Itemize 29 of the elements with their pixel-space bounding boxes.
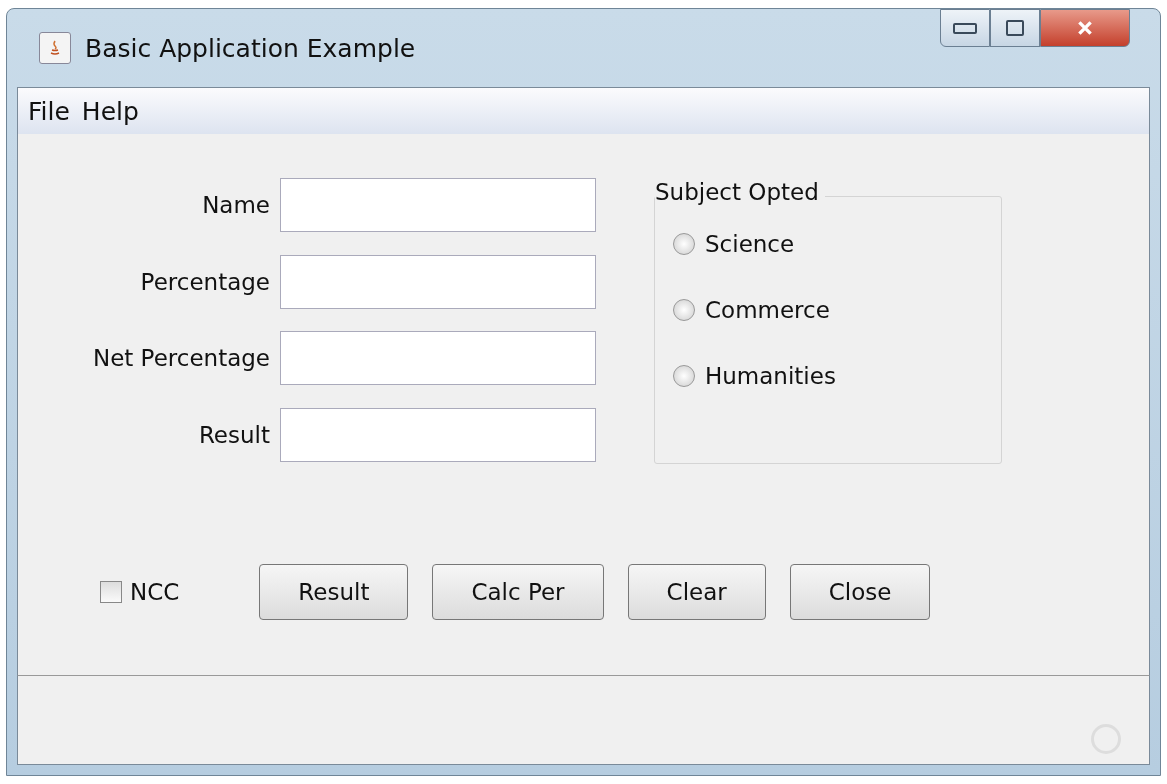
minimize-button[interactable] (940, 9, 990, 47)
field-label: Percentage (139, 268, 270, 295)
field-label: Name (201, 192, 270, 219)
input-field[interactable] (280, 331, 596, 386)
app-icon (39, 32, 71, 64)
input-field[interactable] (280, 178, 596, 233)
radio-button[interactable] (673, 365, 695, 387)
close-button[interactable] (1040, 9, 1130, 47)
action-button[interactable]: Close (789, 564, 931, 620)
input-field[interactable] (280, 407, 596, 462)
radio-label: Humanities (705, 363, 836, 389)
checkbox-label: NCC (130, 579, 180, 605)
action-button[interactable]: Clear (627, 564, 766, 620)
field-label: Net Percentage (91, 345, 270, 372)
radio-label: Commerce (705, 297, 830, 323)
close-icon (1076, 19, 1094, 37)
radio-button[interactable] (673, 233, 695, 255)
radio-label: Science (705, 231, 795, 257)
menu-item[interactable]: Help (81, 96, 139, 126)
checkbox[interactable] (100, 581, 122, 603)
group-title: Subject Opted (655, 179, 825, 205)
action-button[interactable]: Result (259, 564, 409, 620)
field-label: Result (197, 421, 270, 448)
maximize-button[interactable] (990, 9, 1040, 47)
menu-item[interactable]: File (28, 96, 70, 126)
window-title: Basic Application Example (85, 33, 416, 63)
input-field[interactable] (280, 254, 596, 309)
radio-button[interactable] (673, 299, 695, 321)
action-button[interactable]: Calc Per (432, 564, 604, 620)
